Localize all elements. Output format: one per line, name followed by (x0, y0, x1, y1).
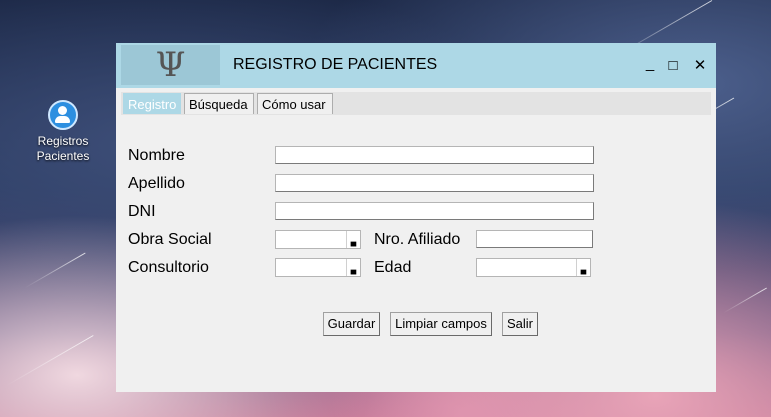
tab-strip: Registro Búsqueda Cómo usar (121, 92, 711, 115)
tab-registro[interactable]: Registro (123, 93, 181, 114)
dropdown-arrow-icon: ▄ (346, 231, 360, 248)
salir-button[interactable]: Salir (502, 312, 538, 336)
dropdown-arrow-icon: ▄ (576, 259, 590, 276)
obra-social-select[interactable]: ▄ (275, 230, 361, 249)
apellido-label: Apellido (128, 175, 185, 192)
desktop-icon-label-line1: Registros (37, 134, 89, 148)
desktop-icon-registros-pacientes[interactable]: Registros Pacientes (32, 100, 94, 164)
user-app-icon (48, 100, 78, 130)
apellido-input[interactable] (275, 174, 594, 192)
nombre-input[interactable] (275, 146, 594, 164)
close-button[interactable]: ✕ (690, 55, 710, 75)
minimize-button[interactable]: _ (640, 53, 660, 73)
psi-logo-icon: Ψ (121, 45, 220, 85)
window-title: REGISTRO DE PACIENTES (233, 56, 438, 73)
tab-como-usar[interactable]: Cómo usar (257, 93, 333, 114)
guardar-button[interactable]: Guardar (323, 312, 380, 336)
nro-afiliado-input[interactable] (476, 230, 593, 248)
dni-label: DNI (128, 203, 156, 220)
app-window: Ψ REGISTRO DE PACIENTES _ □ ✕ Registro B… (116, 43, 716, 392)
nro-afiliado-label: Nro. Afiliado (374, 231, 461, 248)
tab-busqueda[interactable]: Búsqueda (184, 93, 254, 114)
nombre-label: Nombre (128, 147, 185, 164)
dni-input[interactable] (275, 202, 594, 220)
desktop-icon-label-line2: Pacientes (36, 149, 90, 163)
edad-label: Edad (374, 259, 412, 276)
consultorio-label: Consultorio (128, 259, 209, 276)
dropdown-arrow-icon: ▄ (346, 259, 360, 276)
edad-select[interactable]: ▄ (476, 258, 591, 277)
consultorio-select[interactable]: ▄ (275, 258, 361, 277)
maximize-button[interactable]: □ (663, 55, 683, 75)
title-bar[interactable]: Ψ REGISTRO DE PACIENTES _ □ ✕ (116, 43, 716, 88)
obra-social-label: Obra Social (128, 231, 212, 248)
limpiar-campos-button[interactable]: Limpiar campos (390, 312, 492, 336)
